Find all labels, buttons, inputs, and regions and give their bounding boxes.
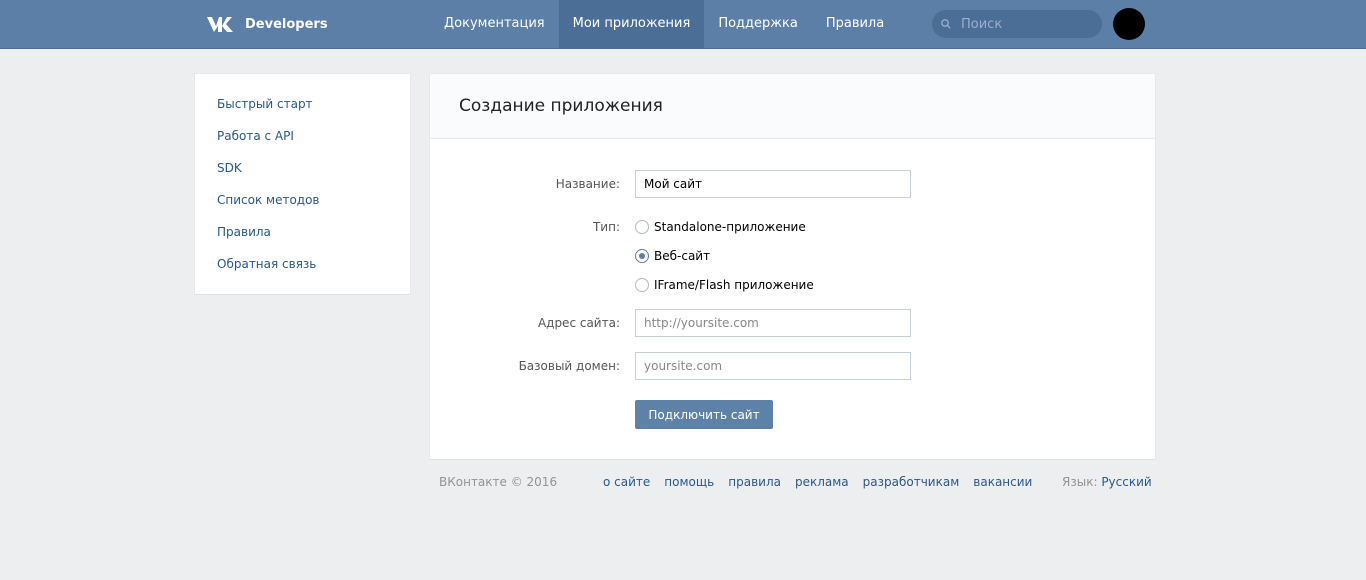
type-option-website[interactable]: Веб-сайт xyxy=(635,249,710,263)
radio-label-website: Веб-сайт xyxy=(654,249,711,263)
logo-text: Developers xyxy=(245,16,328,32)
footer-link-jobs[interactable]: вакансии xyxy=(973,475,1032,489)
sidebar-item-rules[interactable]: Правила xyxy=(195,216,410,248)
search-input[interactable] xyxy=(959,15,1098,33)
sidebar: Быстрый старт Работа с API SDK Список ме… xyxy=(195,74,410,294)
nav-item-support[interactable]: Поддержка xyxy=(704,0,812,48)
radio-standalone[interactable] xyxy=(635,220,649,234)
vk-logo-icon xyxy=(205,14,237,34)
sidebar-menu: Быстрый старт Работа с API SDK Список ме… xyxy=(195,74,410,280)
nav-item-my-apps[interactable]: Мои приложения xyxy=(558,0,705,48)
sidebar-item-methods[interactable]: Список методов xyxy=(195,184,410,216)
nav-item-docs[interactable]: Документация xyxy=(430,0,559,48)
user-avatar[interactable] xyxy=(1113,8,1145,40)
sidebar-item-feedback[interactable]: Обратная связь xyxy=(195,248,410,280)
language-value[interactable]: Русский xyxy=(1101,475,1151,489)
site-address-label: Адрес сайта: xyxy=(537,316,620,330)
language-label: Язык: xyxy=(1062,475,1098,489)
sidebar-item-quick-start[interactable]: Быстрый старт xyxy=(195,88,410,120)
connect-site-button[interactable]: Подключить сайт xyxy=(635,400,773,429)
main-nav: Документация Мои приложения Поддержка Пр… xyxy=(430,0,898,48)
sidebar-item-api[interactable]: Работа с API xyxy=(195,120,410,152)
page-title: Создание приложения xyxy=(459,96,663,116)
footer-links: о сайте помощь правила реклама разработч… xyxy=(603,475,1046,489)
create-app-panel: Создание приложения Название: Тип: Stand… xyxy=(430,74,1155,459)
radio-label-iframe: IFrame/Flash приложение xyxy=(654,278,814,292)
footer-link-rules[interactable]: правила xyxy=(728,475,781,489)
type-option-standalone[interactable]: Standalone-приложение xyxy=(635,220,806,234)
top-bar: Developers Документация Мои приложения П… xyxy=(0,0,1366,49)
radio-iframe[interactable] xyxy=(635,278,649,292)
footer-copyright: ВКонтакте © 2016 xyxy=(439,475,558,489)
radio-website[interactable] xyxy=(635,249,649,263)
type-label: Тип: xyxy=(592,220,620,234)
base-domain-field[interactable] xyxy=(635,352,911,380)
radio-label-standalone: Standalone-приложение xyxy=(654,220,806,234)
base-domain-label: Базовый домен: xyxy=(518,359,620,373)
nav-item-rules[interactable]: Правила xyxy=(812,0,898,48)
type-option-iframe[interactable]: IFrame/Flash приложение xyxy=(635,278,814,292)
footer-link-about[interactable]: о сайте xyxy=(603,475,650,489)
search-icon xyxy=(941,19,951,29)
sidebar-item-sdk[interactable]: SDK xyxy=(195,152,410,184)
search-box[interactable] xyxy=(932,10,1102,38)
footer-link-ads[interactable]: реклама xyxy=(795,475,849,489)
footer-link-developers[interactable]: разработчикам xyxy=(863,475,960,489)
language-selector: Язык: Русский xyxy=(1062,475,1152,489)
footer-link-help[interactable]: помощь xyxy=(664,475,714,489)
footer: ВКонтакте © 2016 о сайте помощь правила … xyxy=(0,475,1366,495)
name-label: Название: xyxy=(555,177,620,191)
vk-developers-logo[interactable]: Developers xyxy=(205,13,328,35)
name-field[interactable] xyxy=(635,170,911,198)
site-address-field[interactable] xyxy=(635,309,911,337)
